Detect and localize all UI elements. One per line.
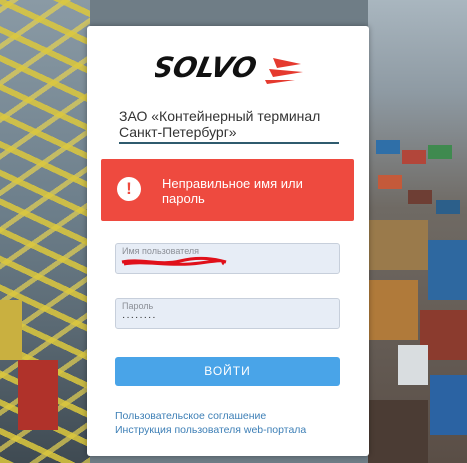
background-crane-area — [0, 0, 90, 463]
exclamation-icon: ! — [117, 177, 141, 201]
company-name: ЗАО «Контейнерный терминал Санкт-Петербу… — [119, 108, 339, 144]
redaction-scribble — [121, 256, 227, 266]
username-label: Имя пользователя — [122, 246, 200, 256]
login-card: SOLVO ЗАО «Контейнерный терминал Санкт-П… — [87, 26, 369, 456]
error-message: Неправильное имя или пароль — [162, 176, 303, 206]
user-agreement-link[interactable]: Пользовательское соглашение — [115, 410, 266, 422]
password-value: ········ — [122, 312, 157, 323]
password-label: Пароль — [122, 301, 154, 311]
solvo-logo: SOLVO — [155, 51, 303, 84]
user-manual-link[interactable]: Инструкция пользователя web-портала — [115, 424, 306, 436]
username-field[interactable]: Имя пользователя — [115, 243, 340, 274]
svg-text:SOLVO: SOLVO — [155, 51, 260, 84]
background-containers-area — [368, 0, 467, 463]
error-alert: ! Неправильное имя или пароль — [101, 159, 354, 221]
login-button[interactable]: ВОЙТИ — [115, 357, 340, 386]
password-field[interactable]: Пароль ········ — [115, 298, 340, 329]
